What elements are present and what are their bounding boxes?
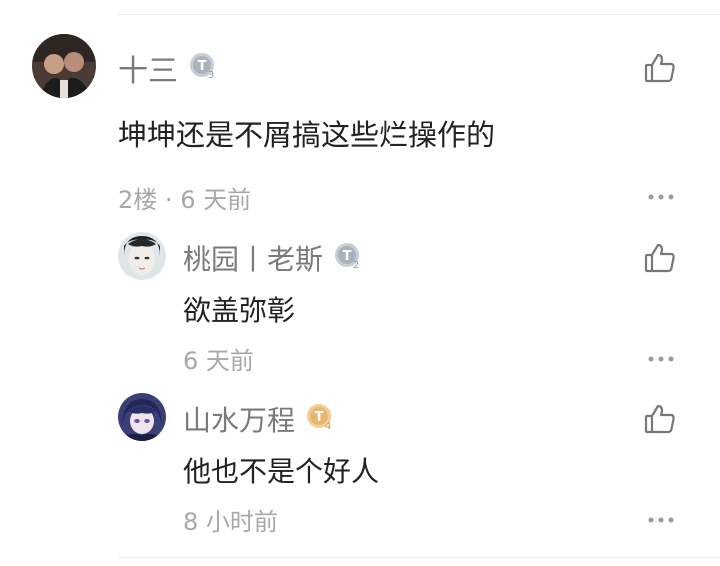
comment-time: 6 天前 bbox=[180, 186, 252, 214]
thumbs-up-icon[interactable] bbox=[643, 51, 677, 85]
meta-separator: · bbox=[164, 186, 173, 214]
svg-text:2: 2 bbox=[353, 260, 359, 271]
comment-text: 坤坤还是不屑搞这些烂操作的 bbox=[118, 118, 496, 152]
level-badge-icon: T 4 bbox=[305, 402, 335, 436]
reply-text: 欲盖弥彰 bbox=[183, 294, 296, 327]
more-dots-icon[interactable] bbox=[648, 349, 674, 362]
top-divider bbox=[118, 14, 720, 15]
svg-text:4: 4 bbox=[325, 421, 331, 432]
author-row: 桃园丨老斯 T 2 bbox=[183, 240, 363, 276]
thumbs-up-icon[interactable] bbox=[643, 241, 677, 275]
level-badge-icon: T 2 bbox=[333, 241, 363, 275]
floor-number: 2楼 bbox=[118, 186, 158, 214]
author-row: 山水万程 T 4 bbox=[183, 401, 335, 437]
svg-text:T: T bbox=[198, 59, 207, 74]
thumbs-up-icon[interactable] bbox=[643, 402, 677, 436]
author-row: 十三 T 3 bbox=[118, 50, 218, 89]
reply-text: 他也不是个好人 bbox=[183, 455, 380, 488]
author-name[interactable]: 十三 bbox=[118, 46, 178, 90]
bottom-divider bbox=[118, 557, 720, 558]
avatar[interactable] bbox=[118, 232, 166, 280]
svg-text:3: 3 bbox=[208, 70, 214, 81]
author-name[interactable]: 桃园丨老斯 bbox=[183, 238, 323, 278]
svg-text:T: T bbox=[343, 249, 352, 264]
svg-text:T: T bbox=[315, 410, 324, 425]
author-name[interactable]: 山水万程 bbox=[183, 399, 295, 439]
avatar[interactable] bbox=[118, 393, 166, 441]
more-dots-icon[interactable] bbox=[648, 510, 674, 523]
reply-time: 8 小时前 bbox=[183, 508, 278, 536]
level-badge-icon: T 3 bbox=[188, 51, 218, 85]
avatar[interactable] bbox=[32, 34, 96, 98]
reply-time: 6 天前 bbox=[183, 347, 254, 375]
more-dots-icon[interactable] bbox=[648, 187, 674, 200]
comment-meta: 2楼 · 6 天前 bbox=[118, 180, 251, 215]
